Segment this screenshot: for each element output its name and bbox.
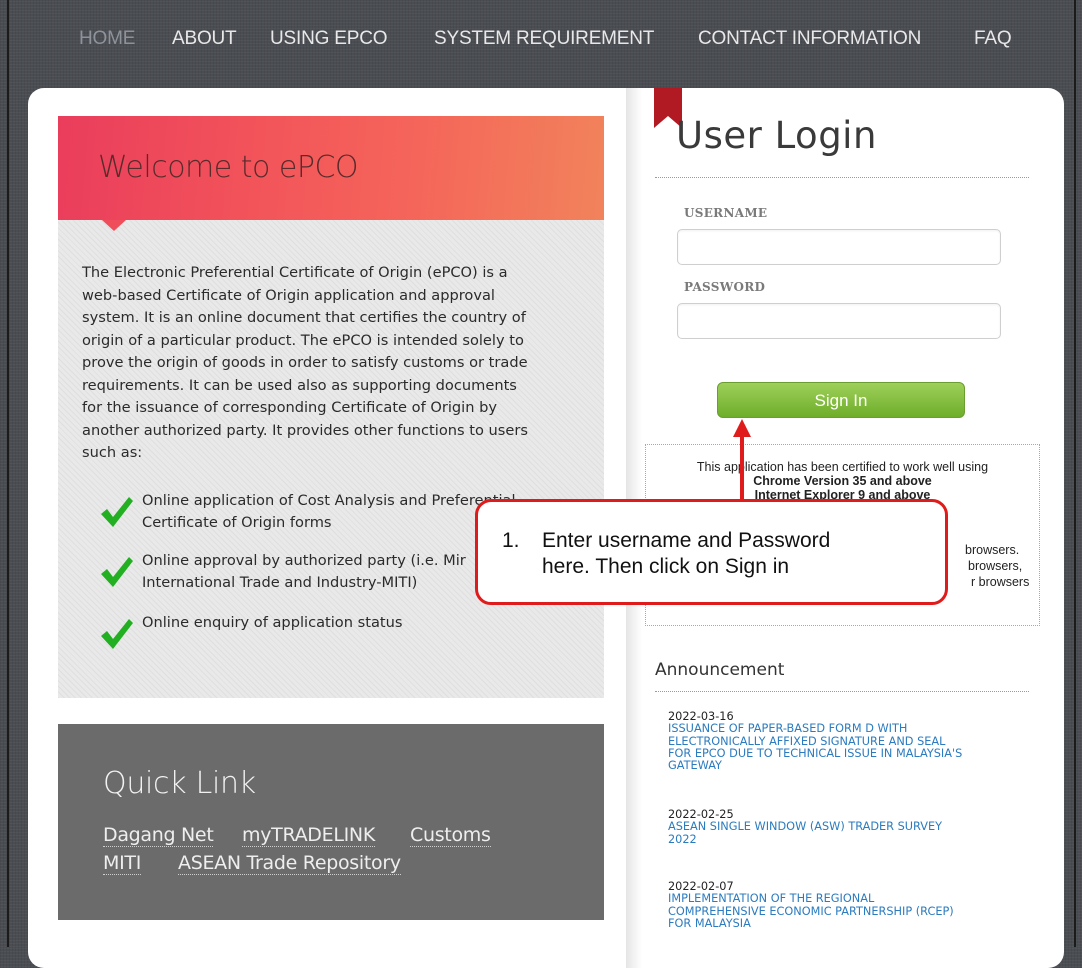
compat-text: browsers. — [965, 543, 1020, 557]
announcement-title: Announcement — [655, 660, 785, 680]
title-divider — [655, 177, 1029, 178]
intro-line: web-based Certificate of Origin applicat… — [82, 286, 495, 304]
password-input[interactable] — [677, 303, 1001, 339]
welcome-description: The Electronic Preferential Certificate … — [82, 262, 582, 465]
nav-using-epco[interactable]: USING EPCO — [270, 28, 388, 50]
announcement-divider — [655, 691, 1029, 692]
callout-arrow-shaft — [740, 436, 744, 499]
welcome-banner: Welcome to ePCO — [58, 116, 604, 231]
nav-system-requirement[interactable]: SYSTEM REQUIREMENT — [434, 28, 654, 50]
announcement-link[interactable]: 2022 — [668, 833, 1008, 846]
sign-in-button[interactable]: Sign In — [717, 382, 965, 418]
nav-faq[interactable]: FAQ — [974, 28, 1012, 50]
callout-text: Enter username and Password — [542, 529, 831, 552]
feature-text: Online enquiry of application status — [142, 614, 403, 631]
username-label: USERNAME — [684, 206, 768, 220]
callout-arrow-head-icon — [733, 419, 751, 437]
checkmark-icon — [101, 619, 133, 649]
link-mytradelink[interactable]: myTRADELINK — [242, 824, 375, 847]
link-dagang-net[interactable]: Dagang Net — [103, 824, 214, 847]
callout-step-number: 1. — [502, 529, 520, 552]
announcement-item: 2022-02-07 IMPLEMENTATION OF THE REGIONA… — [668, 880, 1008, 930]
announcement-link[interactable]: ISSUANCE OF PAPER-BASED FORM D WITH — [668, 722, 1008, 735]
nav-home[interactable]: HOME — [79, 28, 135, 50]
intro-line: system. It is an online document that ce… — [82, 309, 526, 326]
compat-text: This application has been certified to w… — [696, 460, 989, 474]
welcome-panel: Welcome to ePCO The Electronic Preferent… — [58, 116, 604, 698]
announcement-item: 2022-03-16 ISSUANCE OF PAPER-BASED FORM … — [668, 710, 1008, 772]
compat-text: browsers, — [968, 559, 1023, 573]
intro-line: prove the origin of goods in order to sa… — [82, 354, 528, 371]
callout-text: here. Then click on Sign in — [542, 555, 790, 578]
link-customs[interactable]: Customs — [410, 824, 491, 847]
intro-line: origin of a particular product. The ePCO… — [82, 331, 524, 349]
intro-line: requirements. It can be used also as sup… — [82, 376, 517, 394]
announcement-link[interactable]: FOR MALAYSIA — [668, 917, 1008, 930]
checkmark-icon — [101, 497, 133, 527]
intro-line: for the issuance of corresponding Certif… — [82, 399, 498, 416]
welcome-title: Welcome to ePCO — [98, 150, 359, 185]
announcement-link[interactable]: IMPLEMENTATION OF THE REGIONAL — [668, 892, 1008, 905]
link-miti[interactable]: MITI — [103, 852, 141, 875]
intro-line: another authorized party. It provides ot… — [82, 421, 528, 439]
intro-line: The Electronic Preferential Certificate … — [82, 264, 508, 281]
nav-contact-information[interactable]: CONTACT INFORMATION — [698, 28, 921, 50]
password-label: PASSWORD — [684, 280, 766, 294]
login-title: User Login — [676, 114, 877, 157]
announcement-link[interactable]: ASEAN SINGLE WINDOW (ASW) TRADER SURVEY — [668, 820, 1008, 833]
announcement-item: 2022-02-25 ASEAN SINGLE WINDOW (ASW) TRA… — [668, 808, 1008, 846]
quick-link-title: Quick Link — [103, 766, 256, 801]
compat-text: r browsers — [971, 575, 1030, 589]
frame-left-edge — [7, 0, 9, 947]
announcement-link[interactable]: GATEWAY — [668, 759, 1008, 772]
intro-line: such as: — [82, 444, 143, 461]
compat-browser: Chrome Version 35 and above — [753, 474, 932, 488]
username-input[interactable] — [677, 229, 1001, 265]
instruction-callout: 1. Enter username and Password here. The… — [475, 499, 948, 605]
checkmark-icon — [101, 557, 133, 587]
link-asean-trade-repository[interactable]: ASEAN Trade Repository — [178, 852, 401, 875]
top-nav: HOME ABOUT USING EPCO SYSTEM REQUIREMENT… — [0, 28, 1082, 58]
quick-link-panel: Quick Link Dagang Net myTRADELINK Custom… — [58, 724, 604, 920]
frame-right-edge — [1074, 0, 1076, 947]
nav-about[interactable]: ABOUT — [172, 28, 237, 50]
